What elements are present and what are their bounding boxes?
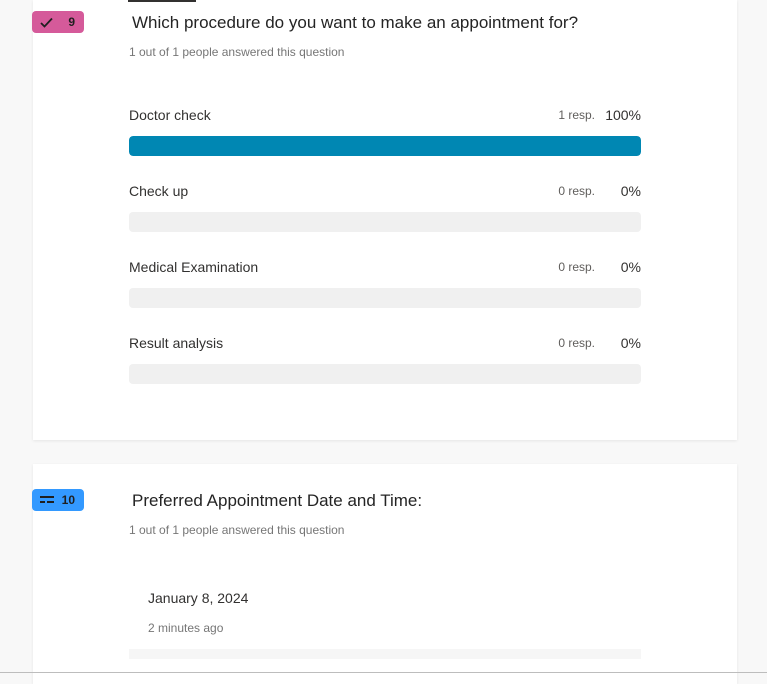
- option-bar: [129, 288, 641, 308]
- option-response-count: 1 resp.: [558, 108, 595, 122]
- answer-value: January 8, 2024: [148, 590, 249, 606]
- option-bar: [129, 364, 641, 384]
- question-number-badge: 10: [32, 489, 84, 511]
- option-percent: 0%: [620, 335, 641, 351]
- option-response-count: 0 resp.: [558, 336, 595, 350]
- window-bottom-border: [0, 672, 767, 673]
- option-label: Check up: [129, 183, 189, 199]
- question-number: 9: [68, 15, 75, 29]
- option-label: Result analysis: [129, 335, 224, 351]
- answer-timestamp: 2 minutes ago: [148, 621, 224, 635]
- option-label: Doctor check: [129, 107, 211, 123]
- question-number-badge: 9: [32, 11, 84, 33]
- checkmark-icon: [40, 17, 53, 28]
- tab-indicator: [128, 0, 196, 2]
- answer-divider: [129, 649, 641, 659]
- question-number: 10: [61, 493, 75, 507]
- option-percent: 0%: [620, 183, 641, 199]
- question-title: Preferred Appointment Date and Time:: [132, 491, 423, 510]
- option-percent: 0%: [620, 259, 641, 275]
- question-response-count: 1 out of 1 people answered this question: [129, 523, 345, 537]
- option-percent: 100%: [605, 107, 641, 123]
- option-bar: [129, 212, 641, 232]
- option-response-count: 0 resp.: [558, 184, 595, 198]
- option-bar: [129, 136, 641, 156]
- option-label: Medical Examination: [129, 259, 259, 275]
- date-icon: [40, 495, 54, 505]
- option-bar-fill: [129, 136, 641, 156]
- question-response-count: 1 out of 1 people answered this question: [129, 45, 345, 59]
- option-response-count: 0 resp.: [558, 260, 595, 274]
- question-title: Which procedure do you want to make an a…: [132, 13, 579, 32]
